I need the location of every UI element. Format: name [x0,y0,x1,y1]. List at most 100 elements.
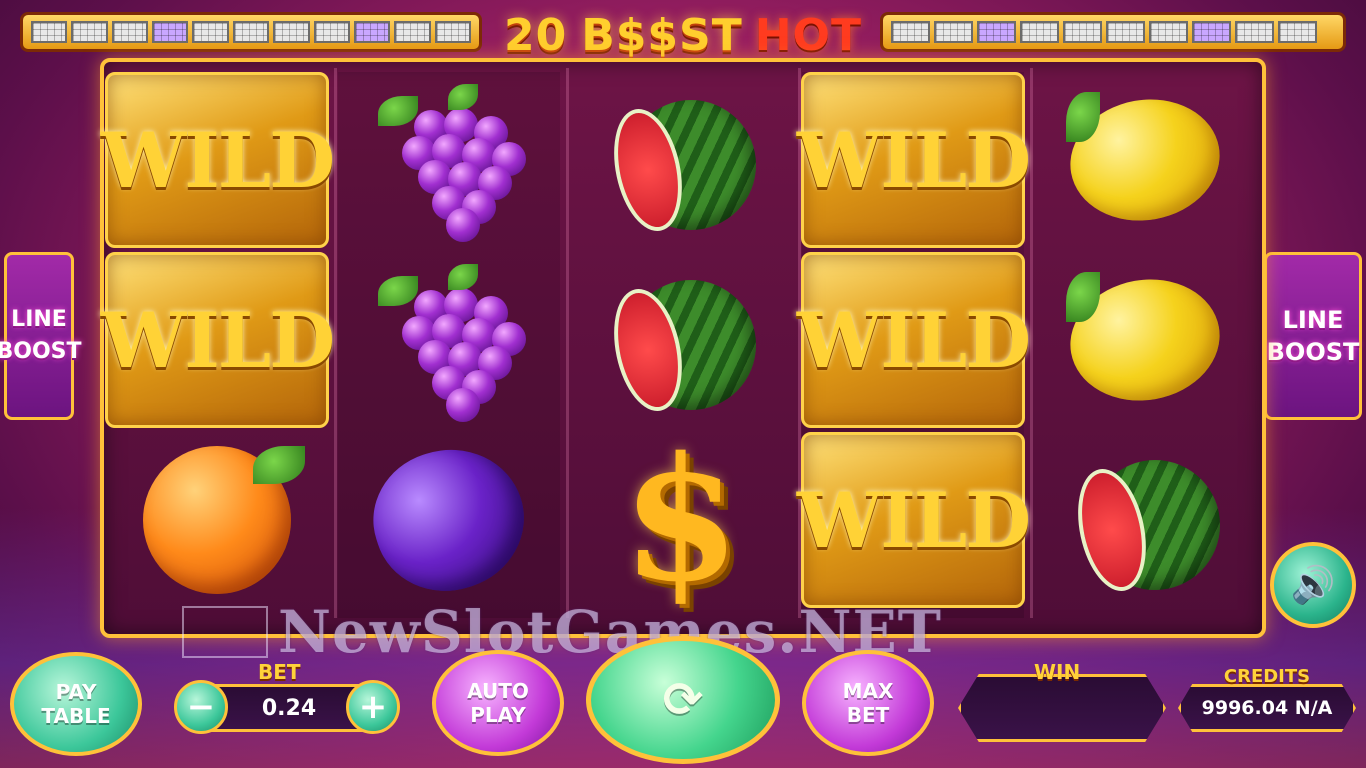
watermelon-symbol [603,270,756,418]
payline-pattern-7 [273,21,310,43]
line-boost-right: LINE BOOST [1264,252,1362,420]
payline-pattern-3 [111,21,149,43]
max-bet-label-2: BET [846,703,890,727]
payline-pattern-11 [434,21,471,43]
dollar-symbol: $ [621,420,741,620]
pay-table-label-2: TABLE [41,704,111,728]
payline-pattern-6 [232,21,270,43]
grapes-symbol [374,264,526,422]
reel-2-row-1 [338,72,560,248]
reel-2-row-3 [338,430,560,610]
spin-button[interactable]: ⟳ [586,636,780,764]
payline-pattern-5 [192,21,229,43]
payline-pattern-4 [1020,21,1059,43]
increase-bet-button[interactable]: + [346,680,400,734]
spin-arrows-icon: ⟳ [662,672,704,728]
minus-icon: − [186,687,216,727]
reel-3-row-3: $ [570,432,792,608]
bet-control: BET 0.24 − + [174,660,400,754]
reel-5-row-3 [1034,432,1256,608]
payline-pattern-8 [1192,21,1231,43]
payline-pattern-9 [353,21,391,43]
reel-3: $ [570,72,792,618]
win-display: WIN [958,660,1166,752]
reel-divider [1030,68,1033,618]
reel-2-row-2 [338,252,560,428]
payline-pattern-6 [1106,21,1145,43]
lemon-symbol [1060,267,1230,413]
line-boost-label-boost: BOOST [0,339,82,364]
reel-4: WILD WILD WILD [797,72,1031,618]
payline-indicator-right [880,12,1346,52]
reel-1-row-2: WILD [101,252,335,428]
lemon-symbol [1060,87,1230,233]
reel-divider [566,68,569,618]
credits-value: 9996.04 N/A [1178,684,1356,732]
payline-pattern-1 [31,21,68,43]
reel-4-row-2: WILD [797,252,1031,428]
auto-play-label-2: PLAY [470,703,526,727]
credits-label: CREDITS [1223,666,1311,687]
reel-5-row-2 [1034,252,1256,428]
wild-symbol: WILD [797,252,1031,428]
plus-icon: + [358,687,388,727]
wild-text: WILD [796,115,1031,205]
wild-text: WILD [100,295,335,385]
reel-1-row-1: WILD [101,72,335,248]
reel-1-row-3 [106,432,328,608]
reel-5-row-1 [1034,72,1256,248]
payline-pattern-10 [1278,21,1317,43]
wild-symbol: WILD [797,72,1031,248]
payline-pattern-5 [1063,21,1102,43]
wild-symbol: WILD [101,72,335,248]
reel-4-row-3: WILD [797,432,1031,608]
wild-symbol: WILD [101,252,335,428]
watermelon-symbol [603,90,756,238]
wild-symbol: WILD [797,432,1031,608]
grapes-symbol [374,84,526,242]
watermark-logo [182,606,268,658]
auto-play-button[interactable]: AUTO PLAY [432,650,564,756]
reel-3-row-2 [570,252,792,428]
bet-label: BET [258,660,301,684]
payline-pattern-4 [152,21,189,43]
max-bet-button[interactable]: MAX BET [802,650,934,756]
line-boost-left: LINE BOOST [0,252,82,420]
max-bet-label-1: MAX [842,679,894,703]
payline-pattern-8 [313,21,350,43]
orange-symbol [143,446,305,594]
auto-play-label-1: AUTO [467,679,529,703]
wild-text: WILD [796,475,1031,565]
logo-number: 20 [504,9,568,61]
pay-table-label-1: PAY [55,680,97,704]
payline-pattern-2 [71,21,108,43]
reel-2 [338,72,560,618]
line-boost-label-line: LINE [11,307,67,332]
payline-indicator-left [20,12,482,52]
payline-pattern-9 [1235,21,1274,43]
watermelon-symbol [1067,450,1220,598]
speaker-icon: 🔊 [1290,565,1336,606]
logo-word-boost: B$$ST [581,9,743,61]
line-boost-label-boost: BOOST [1266,338,1360,366]
win-value [958,674,1166,742]
pay-table-button[interactable]: PAY TABLE [10,652,142,756]
payline-pattern-2 [934,21,973,43]
plum-symbol [356,430,542,610]
reel-3-row-1 [570,72,792,248]
wild-text: WILD [100,115,335,205]
reel-divider [334,68,337,618]
credits-display: 9996.04 N/A CREDITS [1178,666,1356,756]
payline-pattern-1 [891,21,930,43]
wild-text: WILD [796,295,1031,385]
decrease-bet-button[interactable]: − [174,680,228,734]
payline-pattern-3 [977,21,1016,43]
sound-button[interactable]: 🔊 [1270,542,1356,628]
reels-area: WILD WILD $ WILD WILD WILD [100,58,1266,638]
reel-5 [1034,72,1256,618]
logo-word-hot: HOT [754,9,862,61]
win-label: WIN [1034,660,1081,684]
payline-pattern-10 [394,21,431,43]
payline-pattern-7 [1149,21,1188,43]
reel-4-row-1: WILD [797,72,1031,248]
